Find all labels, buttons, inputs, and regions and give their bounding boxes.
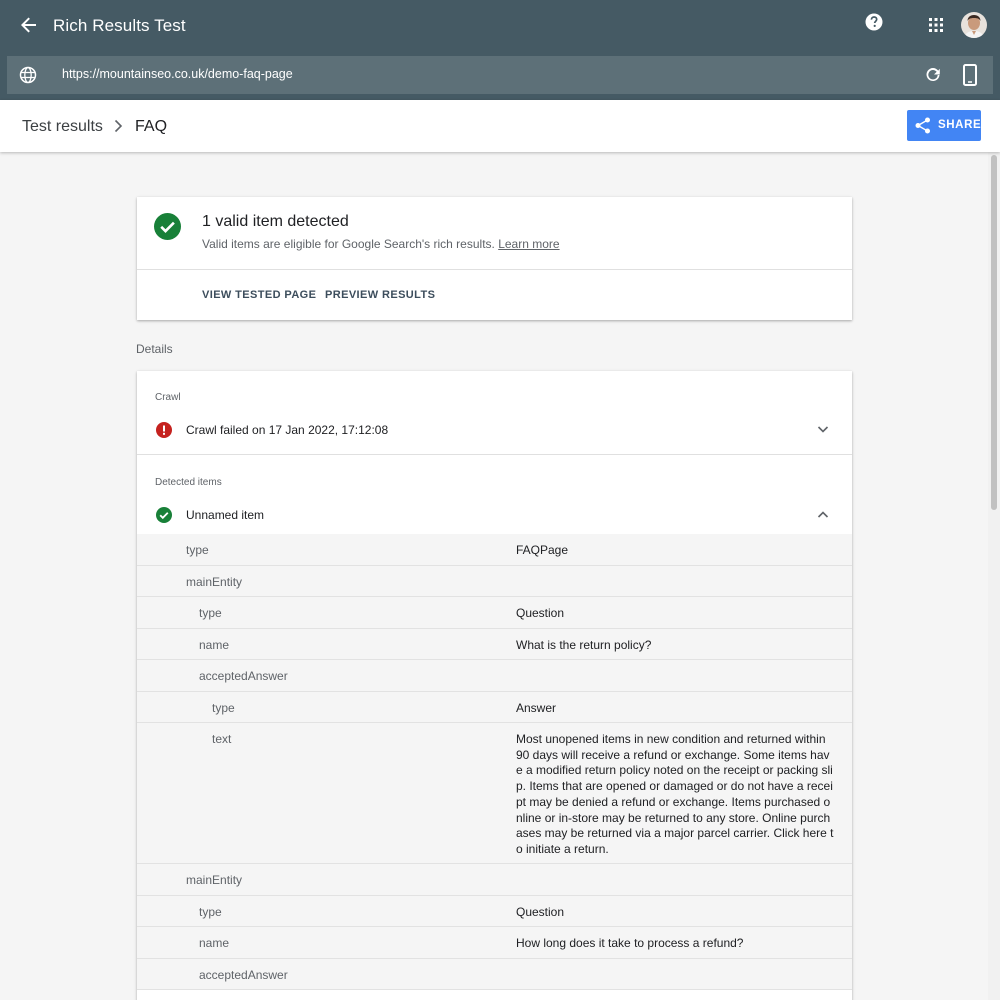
breadcrumb-faq: FAQ bbox=[135, 118, 168, 135]
details-card: Crawl Crawl failed on 17 Jan 2022, 17:12… bbox=[137, 371, 852, 1000]
help-button[interactable] bbox=[864, 12, 884, 32]
property-row: type Question bbox=[137, 597, 852, 629]
breadcrumb-test-results[interactable]: Test results bbox=[22, 118, 103, 136]
share-button[interactable]: SHARE bbox=[907, 110, 981, 141]
device-toggle-button[interactable] bbox=[963, 64, 977, 86]
check-circle-icon bbox=[154, 213, 181, 240]
property-key: type bbox=[199, 904, 222, 919]
app-bar-top: Rich Results Test bbox=[0, 0, 1000, 52]
summary-subtitle: Valid items are eligible for Google Sear… bbox=[202, 237, 560, 251]
app-bar: Rich Results Test https://mountainseo.co… bbox=[0, 0, 1000, 100]
error-icon bbox=[156, 422, 172, 438]
detected-item-row[interactable]: Unnamed item bbox=[137, 498, 852, 532]
summary-card: 1 valid item detected Valid items are el… bbox=[137, 197, 852, 320]
property-key: mainEntity bbox=[186, 574, 243, 589]
property-value: Question bbox=[516, 904, 565, 919]
property-row: type FAQPage bbox=[137, 534, 852, 566]
property-value: How long does it take to process a refun… bbox=[516, 936, 744, 950]
property-row: text Most unopened items in new conditio… bbox=[137, 723, 852, 864]
property-row: acceptedAnswer bbox=[137, 660, 852, 692]
check-circle-icon bbox=[156, 507, 172, 523]
property-value: Most unopened items in new condition and… bbox=[516, 732, 834, 856]
apps-button[interactable] bbox=[928, 17, 944, 33]
apps-grid-icon bbox=[929, 18, 943, 32]
properties-table: type FAQPage mainEntity type Question na… bbox=[137, 534, 852, 990]
crawl-section-label: Crawl bbox=[155, 392, 181, 403]
divider bbox=[137, 454, 852, 455]
property-row: mainEntity bbox=[137, 566, 852, 597]
url-bar: https://mountainseo.co.uk/demo-faq-page bbox=[7, 56, 993, 94]
property-value: FAQPage bbox=[516, 543, 569, 557]
summary-subtitle-text: Valid items are eligible for Google Sear… bbox=[202, 237, 499, 251]
divider bbox=[137, 269, 852, 270]
property-key: type bbox=[199, 606, 222, 620]
property-key: acceptedAnswer bbox=[199, 967, 288, 982]
scrollbar[interactable] bbox=[988, 152, 1000, 1000]
breadcrumb: Test results FAQ SHARE bbox=[0, 100, 1000, 152]
property-row: mainEntity bbox=[137, 864, 852, 896]
preview-results-button[interactable]: PREVIEW RESULTS bbox=[325, 289, 435, 301]
property-row: type Question bbox=[137, 896, 852, 927]
property-key: type bbox=[186, 543, 209, 557]
globe-icon bbox=[19, 66, 37, 84]
property-key: acceptedAnswer bbox=[199, 669, 288, 683]
property-value: Answer bbox=[516, 700, 557, 715]
detected-item-name: Unnamed item bbox=[186, 508, 265, 522]
url-input[interactable]: https://mountainseo.co.uk/demo-faq-page bbox=[62, 67, 293, 81]
property-key: mainEntity bbox=[186, 873, 243, 887]
property-key: text bbox=[212, 732, 232, 746]
app-title: Rich Results Test bbox=[53, 16, 186, 35]
property-row: type Answer bbox=[137, 692, 852, 723]
share-icon bbox=[915, 117, 930, 134]
property-value: Question bbox=[516, 606, 565, 620]
view-tested-page-button[interactable]: VIEW TESTED PAGE bbox=[202, 289, 316, 301]
help-icon bbox=[865, 13, 883, 31]
property-key: name bbox=[199, 637, 230, 652]
crawl-status-row[interactable]: Crawl failed on 17 Jan 2022, 17:12:08 bbox=[137, 413, 852, 447]
reload-icon bbox=[926, 68, 940, 82]
crawl-status-text: Crawl failed on 17 Jan 2022, 17:12:08 bbox=[186, 423, 389, 437]
property-row: acceptedAnswer bbox=[137, 959, 852, 990]
chevron-right-icon bbox=[114, 119, 123, 133]
arrow-back-icon bbox=[21, 17, 36, 33]
avatar[interactable] bbox=[961, 12, 987, 38]
property-key: name bbox=[199, 936, 230, 950]
share-label: SHARE bbox=[938, 119, 982, 131]
smartphone-icon bbox=[963, 64, 977, 86]
property-value: What is the return policy? bbox=[516, 637, 652, 652]
reload-button[interactable] bbox=[924, 66, 942, 84]
summary-title: 1 valid item detected bbox=[202, 213, 349, 230]
scrollbar-thumb[interactable] bbox=[991, 155, 997, 510]
detected-items-label: Detected items bbox=[155, 477, 222, 488]
learn-more-link[interactable]: Learn more bbox=[498, 237, 559, 251]
user-avatar-icon bbox=[961, 12, 987, 38]
property-key: type bbox=[212, 700, 235, 715]
details-heading: Details bbox=[136, 342, 173, 356]
chevron-down-icon[interactable] bbox=[817, 425, 829, 434]
property-row: name How long does it take to process a … bbox=[137, 927, 852, 959]
back-button[interactable] bbox=[16, 12, 42, 38]
property-row: name What is the return policy? bbox=[137, 629, 852, 660]
chevron-up-icon[interactable] bbox=[817, 510, 829, 519]
